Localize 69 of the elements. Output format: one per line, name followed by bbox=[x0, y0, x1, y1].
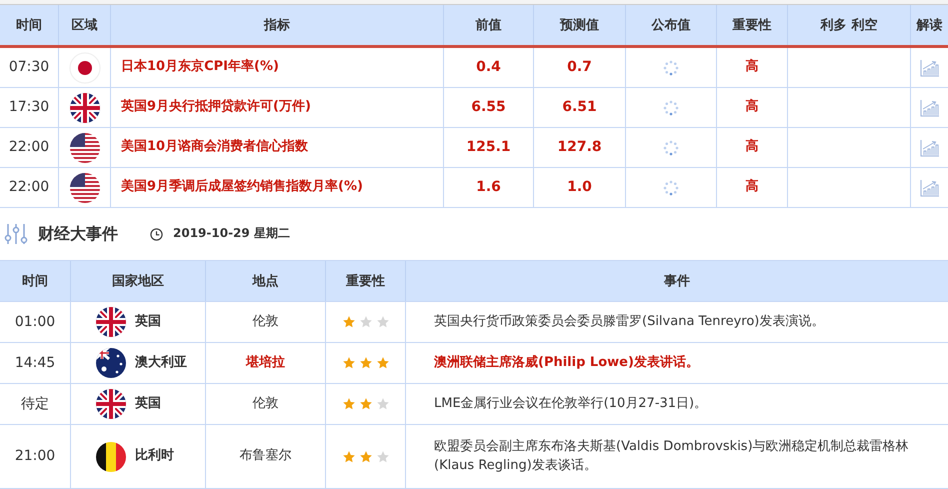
column-header: 前值 bbox=[443, 5, 533, 45]
previous-value: 125.1 bbox=[466, 138, 511, 158]
event-text: 欧盟委员会副主席东布洛夫斯基(Valdis Dombrovskis)与欧洲稳定机制总裁雷格林(Klaus Regling)发表谈话。 bbox=[434, 438, 910, 474]
previous-value: 0.4 bbox=[476, 58, 501, 78]
country-name: 英国 bbox=[135, 312, 161, 331]
time-text: 17:30 bbox=[8, 98, 50, 118]
column-header: 重要性 bbox=[325, 261, 405, 301]
column-header: 事件 bbox=[405, 261, 948, 301]
place-name: 堪培拉 bbox=[246, 354, 285, 372]
time-text: 01:00 bbox=[14, 312, 56, 332]
forecast-value: 1.0 bbox=[567, 178, 592, 198]
indicator-name: 日本10月东京CPI年率(%) bbox=[121, 58, 279, 76]
loading-icon bbox=[663, 100, 679, 116]
country-name: 比利时 bbox=[135, 447, 174, 466]
place-name: 伦敦 bbox=[252, 312, 278, 331]
time-text: 14:45 bbox=[14, 354, 56, 373]
flag-icon bbox=[95, 306, 127, 338]
forecast-value: 0.7 bbox=[567, 58, 592, 78]
country-name: 英国 bbox=[135, 394, 161, 413]
previous-value: 6.55 bbox=[471, 98, 506, 118]
indicator-name: 英国9月央行抵押贷款许可(万件) bbox=[121, 98, 311, 116]
indicator-name: 美国9月季调后成屋签约销售指数月率(%) bbox=[121, 178, 363, 196]
flag-icon bbox=[95, 440, 127, 472]
section-title: 财经大事件 bbox=[38, 223, 118, 246]
column-header: 利多 利空 bbox=[787, 5, 910, 45]
flag-icon bbox=[68, 132, 100, 164]
importance-text: 高 bbox=[746, 98, 758, 116]
flag-icon bbox=[95, 347, 127, 379]
column-header: 公布值 bbox=[625, 5, 716, 45]
flag-icon bbox=[68, 52, 100, 84]
chart-icon[interactable] bbox=[920, 98, 940, 116]
chart-icon[interactable] bbox=[920, 58, 940, 76]
sliders-icon bbox=[4, 222, 28, 246]
forecast-value: 127.8 bbox=[557, 138, 602, 158]
importance-text: 高 bbox=[746, 58, 758, 76]
loading-icon bbox=[663, 180, 679, 196]
place-name: 伦敦 bbox=[252, 394, 278, 413]
column-header: 地点 bbox=[205, 261, 325, 301]
flag-icon bbox=[68, 172, 100, 204]
flag-icon bbox=[95, 388, 127, 420]
loading-icon bbox=[663, 60, 679, 76]
column-header: 时间 bbox=[21, 273, 49, 291]
indicator-name: 美国10月谘商会消费者信心指数 bbox=[121, 138, 308, 156]
column-header: 时间 bbox=[15, 17, 43, 35]
column-header: 指标 bbox=[110, 5, 443, 45]
event-text: 英国央行货币政策委员会委员滕雷罗(Silvana Tenreyro)发表演说。 bbox=[434, 312, 824, 331]
chart-icon[interactable] bbox=[920, 178, 940, 196]
forecast-value: 6.51 bbox=[562, 98, 597, 118]
importance-text: 高 bbox=[746, 178, 758, 196]
country-name: 澳大利亚 bbox=[135, 354, 187, 372]
column-header: 区域 bbox=[58, 5, 110, 45]
time-text: 22:00 bbox=[8, 138, 50, 158]
place-name: 布鲁塞尔 bbox=[240, 447, 292, 466]
time-text: 22:00 bbox=[8, 178, 50, 198]
clock-icon bbox=[150, 228, 163, 240]
time-text: 21:00 bbox=[14, 447, 56, 466]
event-text: LME金属行业会议在伦敦举行(10月27-31日)。 bbox=[434, 394, 708, 413]
column-header: 国家地区 bbox=[70, 261, 205, 301]
chart-icon[interactable] bbox=[920, 138, 940, 156]
date-text: 2019-10-29 星期二 bbox=[173, 225, 290, 242]
column-header: 重要性 bbox=[716, 5, 787, 45]
time-text: 07:30 bbox=[8, 58, 50, 78]
importance-text: 高 bbox=[746, 138, 758, 156]
column-header: 预测值 bbox=[533, 5, 625, 45]
column-header: 解读 bbox=[910, 5, 948, 45]
time-text: 待定 bbox=[21, 394, 49, 414]
event-text: 澳洲联储主席洛威(Philip Lowe)发表讲话。 bbox=[434, 354, 699, 372]
previous-value: 1.6 bbox=[476, 178, 501, 198]
loading-icon bbox=[663, 140, 679, 156]
